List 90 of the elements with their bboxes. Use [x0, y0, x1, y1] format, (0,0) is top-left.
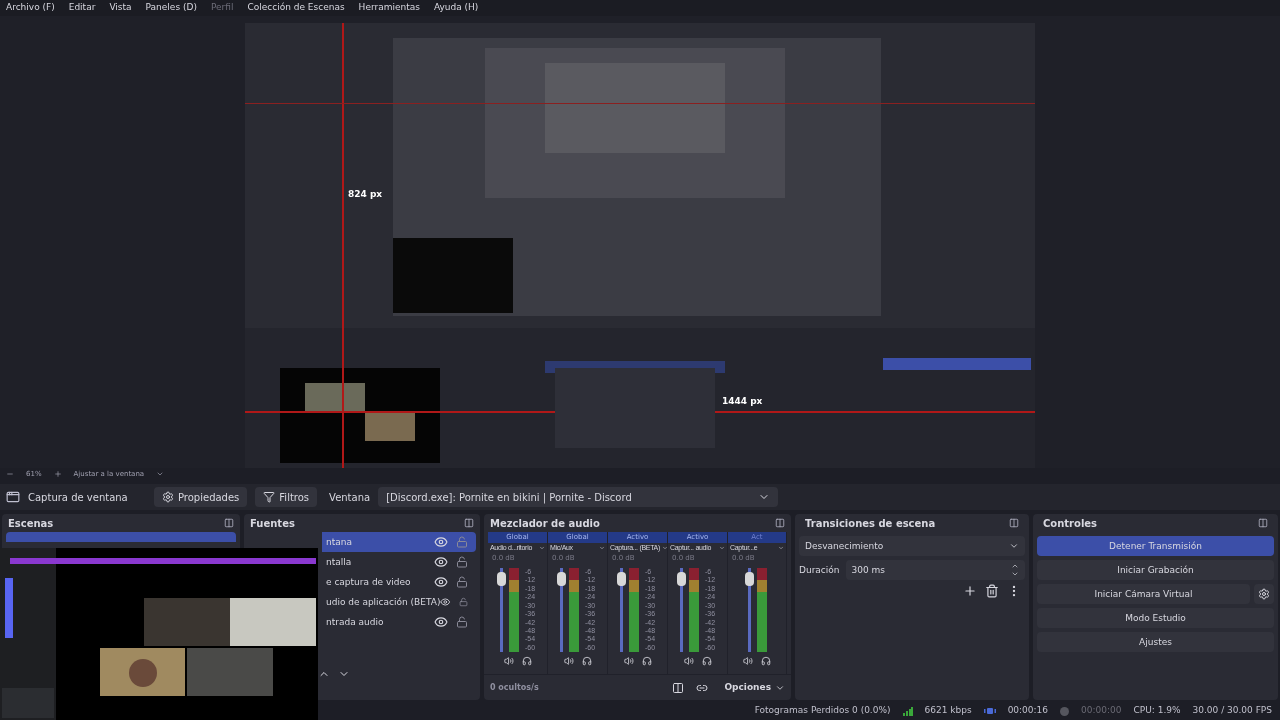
- stream-time: 00:00:16: [1007, 704, 1049, 718]
- filter-icon: [263, 491, 276, 504]
- measure-label: 824 px: [348, 187, 383, 201]
- signal-icon: [902, 706, 913, 716]
- volume-fader[interactable]: [679, 567, 683, 652]
- menu-item[interactable]: Archivo (F): [6, 1, 55, 15]
- menu-item[interactable]: Herramientas: [358, 1, 420, 15]
- delete-icon[interactable]: [985, 584, 999, 599]
- headphones-icon[interactable]: [521, 655, 532, 666]
- source-item[interactable]: ntrada audio: [322, 612, 476, 633]
- filters-button[interactable]: Filtros: [255, 487, 318, 508]
- undock-icon[interactable]: [775, 518, 785, 529]
- visibility-icon[interactable]: [434, 575, 448, 590]
- channel-menu-icon[interactable]: [778, 545, 784, 552]
- source-item[interactable]: udio de aplicación (BETA): [322, 592, 476, 613]
- dropped-frames: Fotogramas Perdidos 0 (0.0%): [754, 704, 891, 718]
- options-button[interactable]: Opciones: [724, 681, 785, 695]
- window-icon: [6, 490, 20, 505]
- record-time: 00:00:00: [1081, 704, 1122, 718]
- fader-thumb[interactable]: [676, 572, 686, 587]
- hidden-count: 0 ocultos/s: [490, 681, 540, 694]
- speaker-icon[interactable]: [503, 655, 514, 666]
- undock-icon[interactable]: [1009, 518, 1019, 529]
- source-item[interactable]: ntalla: [322, 552, 476, 573]
- layout-icon[interactable]: [672, 681, 685, 694]
- menu-item[interactable]: Paneles (D): [145, 1, 197, 15]
- visibility-icon[interactable]: [434, 555, 448, 570]
- speaker-icon[interactable]: [563, 655, 574, 666]
- headphones-icon[interactable]: [761, 655, 771, 666]
- window-select[interactable]: [Discord.exe]: Pornite en bikini | Pornite - Discord: [378, 487, 779, 508]
- channel-menu-icon[interactable]: [662, 545, 668, 552]
- speaker-icon[interactable]: [743, 655, 753, 666]
- undock-icon[interactable]: [464, 518, 474, 529]
- duration-field[interactable]: 300 ms: [845, 560, 1025, 581]
- dock-title: Fuentes: [250, 516, 295, 531]
- window-label: Ventana: [329, 490, 371, 505]
- channel-menu-icon[interactable]: [539, 545, 545, 552]
- fps: 30.00 / 30.00 FPS: [1192, 704, 1272, 718]
- speaker-icon[interactable]: [623, 655, 634, 666]
- headphones-icon[interactable]: [641, 655, 652, 666]
- volume-fader[interactable]: [559, 567, 563, 652]
- menu-item[interactable]: Ayuda (H): [433, 1, 479, 15]
- volume-fader[interactable]: [499, 567, 503, 652]
- menu-item[interactable]: Colección de Escenas: [247, 1, 345, 15]
- stream-icon: [983, 707, 996, 716]
- fader-thumb[interactable]: [616, 572, 626, 587]
- headphones-icon[interactable]: [701, 655, 712, 666]
- control-button[interactable]: Modo Estudio: [1037, 608, 1274, 629]
- record-icon: [1060, 706, 1070, 716]
- dock-title: Escenas: [8, 516, 54, 531]
- channel-menu-icon[interactable]: [599, 545, 605, 552]
- control-button[interactable]: Iniciar Grabación: [1037, 560, 1274, 581]
- fader-thumb[interactable]: [556, 572, 566, 587]
- gear-icon: [162, 491, 174, 504]
- source-item[interactable]: ntana: [322, 532, 476, 553]
- lock-icon[interactable]: [456, 576, 468, 589]
- dock-title: Transiciones de escena: [805, 516, 936, 531]
- dock-title: Controles: [1043, 516, 1098, 531]
- lock-icon[interactable]: [456, 556, 468, 569]
- add-icon[interactable]: [963, 584, 977, 599]
- measure-label: 1444 px: [722, 394, 763, 408]
- properties-button[interactable]: Propiedades: [154, 487, 248, 508]
- channel-menu-icon[interactable]: [719, 545, 725, 552]
- visibility-icon[interactable]: [434, 535, 448, 550]
- fader-thumb[interactable]: [496, 572, 506, 587]
- headphones-icon[interactable]: [581, 655, 592, 666]
- duration-label: Duración: [799, 563, 840, 577]
- control-button[interactable]: Ajustes: [1037, 632, 1274, 653]
- undock-icon[interactable]: [1258, 518, 1268, 529]
- menu-item[interactable]: Editar: [68, 1, 96, 15]
- undock-icon[interactable]: [224, 518, 234, 529]
- speaker-icon[interactable]: [683, 655, 694, 666]
- volume-fader[interactable]: [619, 567, 623, 652]
- gear-icon: [1258, 588, 1270, 601]
- lock-icon[interactable]: [456, 616, 468, 629]
- lock-icon[interactable]: [459, 596, 468, 609]
- volume-fader[interactable]: [747, 567, 751, 652]
- menu-item[interactable]: Vista: [109, 1, 132, 15]
- source-item[interactable]: e captura de video: [322, 572, 476, 593]
- fader-thumb[interactable]: [744, 572, 754, 587]
- cpu-usage: CPU: 1.9%: [1133, 704, 1181, 718]
- control-button[interactable]: Detener Transmisión: [1037, 536, 1274, 557]
- transition-select[interactable]: Desvanecimiento: [799, 536, 1025, 557]
- zoom-in-icon[interactable]: [53, 470, 62, 479]
- bitrate: 6621 kbps: [924, 704, 972, 718]
- control-button[interactable]: Iniciar Cámara Virtual: [1037, 584, 1250, 605]
- dock-title: Mezclador de audio: [490, 516, 600, 531]
- visibility-icon[interactable]: [434, 615, 448, 630]
- settings-button[interactable]: [1254, 584, 1274, 605]
- source-name: Captura de ventana: [28, 490, 129, 505]
